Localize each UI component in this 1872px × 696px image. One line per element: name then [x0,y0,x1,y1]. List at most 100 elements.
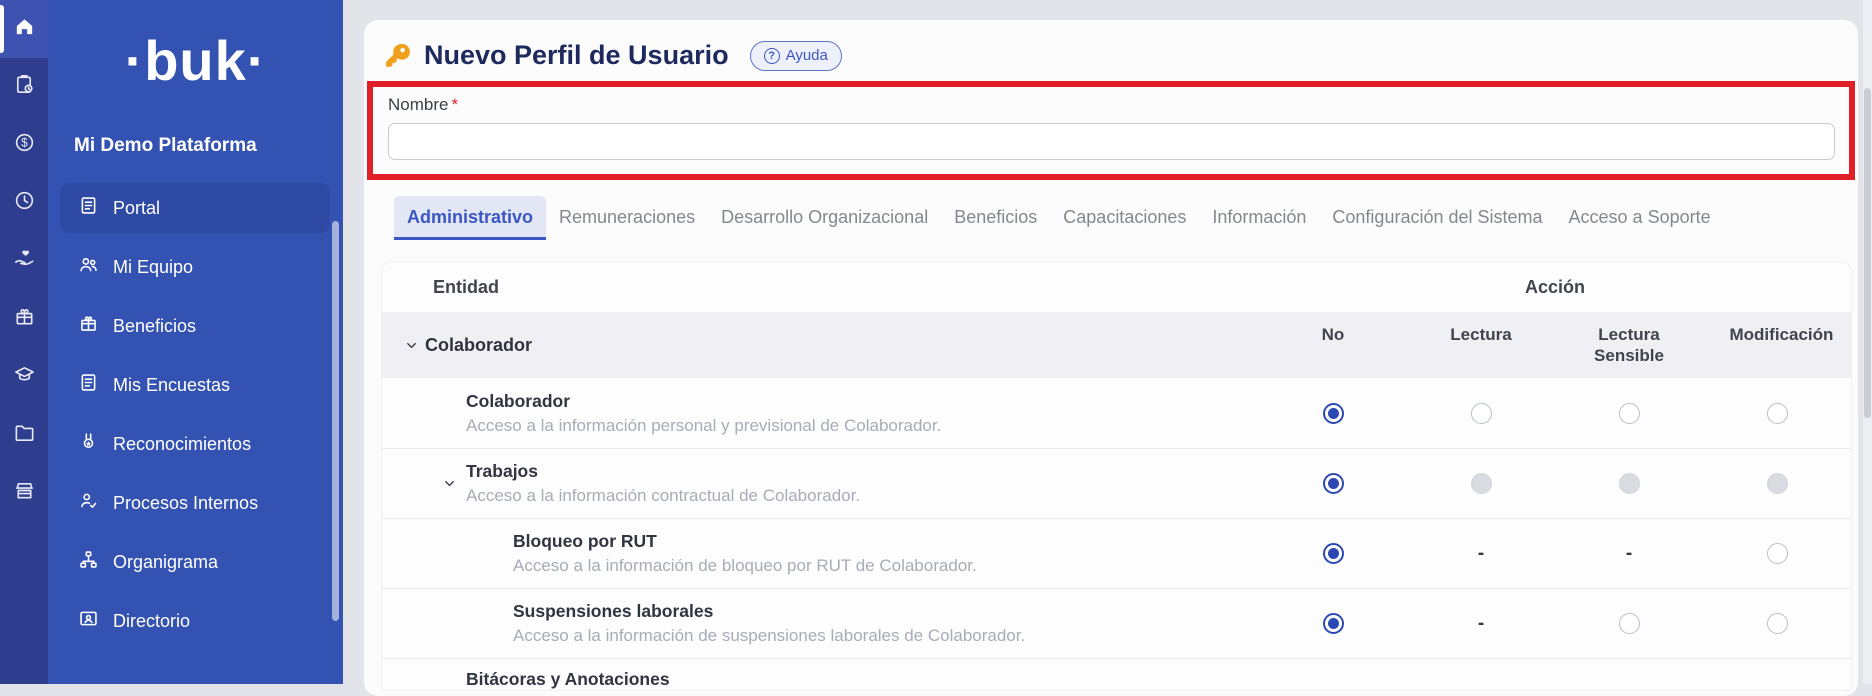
question-circle-icon [764,48,780,64]
page-scrollbar[interactable] [1863,0,1872,684]
radio-modificacion[interactable] [1767,543,1788,564]
dollar-circle-icon: $ [13,131,36,159]
gift-box-icon [78,313,99,339]
tab-acceso-a-soporte[interactable]: Acceso a Soporte [1556,196,1724,240]
dash-placeholder [1626,543,1632,565]
radio-no[interactable] [1323,543,1344,564]
sidebar-item-beneficios[interactable]: Beneficios [60,301,330,351]
tab-capacitaciones[interactable]: Capacitaciones [1050,196,1199,240]
help-button-label: Ayuda [786,47,828,64]
tab-configuracion-del-sistema[interactable]: Configuración del Sistema [1319,196,1555,240]
tab-desarrollo-organizacional[interactable]: Desarrollo Organizacional [708,196,941,240]
column-header-lectura: Lectura [1407,324,1555,367]
users-icon [78,254,99,280]
table-row: Suspensiones laborales Acceso a la infor… [382,588,1851,658]
dash-placeholder [1478,613,1484,635]
sidebar-scrollbar[interactable] [332,221,339,621]
table-row: Bloqueo por RUT Acceso a la información … [382,518,1851,588]
row-description: Acceso a la información de suspensiones … [513,626,1025,646]
radio-no[interactable] [1323,613,1344,634]
action-column-headers: No Lectura Lectura Sensible Modificación [1259,324,1851,367]
clock-icon [13,189,36,217]
tab-beneficios[interactable]: Beneficios [941,196,1050,240]
user-check-icon [78,490,99,516]
column-header-no: No [1259,324,1407,367]
main-area: Nuevo Perfil de Usuario Ayuda Nombre* Ad… [343,0,1872,684]
rail-time-item[interactable] [0,174,48,232]
page-title: Nuevo Perfil de Usuario [424,40,729,71]
sidebar-item-label: Procesos Internos [113,493,258,514]
row-title: Bloqueo por RUT [513,531,977,552]
page-scrollbar-thumb[interactable] [1864,88,1871,418]
radio-lectura-sensible[interactable] [1619,613,1640,634]
radio-no[interactable] [1323,473,1344,494]
rail-training-item[interactable] [0,348,48,406]
rail-documents-item[interactable] [0,406,48,464]
sidebar-item-directorio[interactable]: Directorio [60,596,330,646]
table-row: Colaborador Acceso a la información pers… [382,378,1851,448]
sidebar-item-mi-equipo[interactable]: Mi Equipo [60,242,330,292]
column-header-modificacion: Modificación [1703,324,1851,367]
highlight-annotation: Nombre* [367,81,1855,180]
radio-lectura-sensible[interactable] [1619,403,1640,424]
radio-lectura-sensible [1619,473,1640,494]
sidebar-item-label: Directorio [113,611,190,632]
sidebar-item-procesos-internos[interactable]: Procesos Internos [60,478,330,528]
page-header: Nuevo Perfil de Usuario Ayuda [364,20,1858,71]
radio-modificacion[interactable] [1767,613,1788,634]
row-description: Acceso a la información personal y previ… [466,416,941,436]
help-button[interactable]: Ayuda [750,41,842,71]
column-header-lectura-sensible: Lectura Sensible [1555,324,1703,367]
home-icon [13,15,36,43]
rail-marketplace-item[interactable] [0,464,48,522]
group-row-colaborador: Colaborador No Lectura Lectura Sensible … [382,312,1851,378]
sidebar-item-reconocimientos[interactable]: Reconocimientos [60,419,330,469]
tab-administrativo[interactable]: Administrativo [394,196,546,240]
row-description: Acceso a la información de bloqueo por R… [513,556,977,576]
sidebar-item-mis-encuestas[interactable]: Mis Encuestas [60,360,330,410]
buk-logo: ·buk· [48,28,343,93]
key-icon [384,42,411,69]
rail-payroll-item[interactable]: $ [0,116,48,174]
rail-benefits-item[interactable] [0,232,48,290]
graduation-cap-icon [13,363,36,391]
icon-rail: $ [0,0,48,684]
table-row: Trabajos Acceso a la información contrac… [382,448,1851,518]
row-title: Bitácoras y Anotaciones [466,669,1851,690]
tab-informacion[interactable]: Información [1199,196,1319,240]
rail-attendance-item[interactable] [0,58,48,116]
rail-gift-item[interactable] [0,290,48,348]
sidebar-item-organigrama[interactable]: Organigrama [60,537,330,587]
sidebar-item-label: Organigrama [113,552,218,573]
group-label: Colaborador [425,335,532,356]
document-icon [78,372,99,398]
id-card-icon [78,608,99,634]
sidebar-item-label: Mi Equipo [113,257,193,278]
required-asterisk: * [451,95,458,114]
content-card: Nuevo Perfil de Usuario Ayuda Nombre* Ad… [364,20,1858,696]
sidebar-item-label: Portal [113,198,160,219]
row-title: Colaborador [466,391,941,412]
radio-lectura[interactable] [1471,403,1492,424]
clipboard-clock-icon [13,73,36,101]
action-header: Acción [1259,277,1851,298]
radio-no[interactable] [1323,403,1344,424]
sidebar-item-portal[interactable]: Portal [60,183,330,233]
folder-icon [13,421,36,449]
svg-text:$: $ [21,138,28,150]
tab-remuneraciones[interactable]: Remuneraciones [546,196,708,240]
hand-heart-icon [13,247,36,275]
radio-modificacion[interactable] [1767,403,1788,424]
gift-icon [13,305,36,333]
chevron-down-icon[interactable] [442,476,457,491]
org-chart-icon [78,549,99,575]
chevron-down-icon[interactable] [404,338,419,353]
dash-placeholder [1478,543,1484,565]
row-title: Trabajos [466,461,860,482]
rail-home-item[interactable] [0,0,48,58]
nombre-input[interactable] [388,123,1835,160]
table-row: Bitácoras y Anotaciones [382,658,1851,690]
sidebar-item-label: Beneficios [113,316,196,337]
medal-icon [78,431,99,457]
row-description: Acceso a la información contractual de C… [466,486,860,506]
